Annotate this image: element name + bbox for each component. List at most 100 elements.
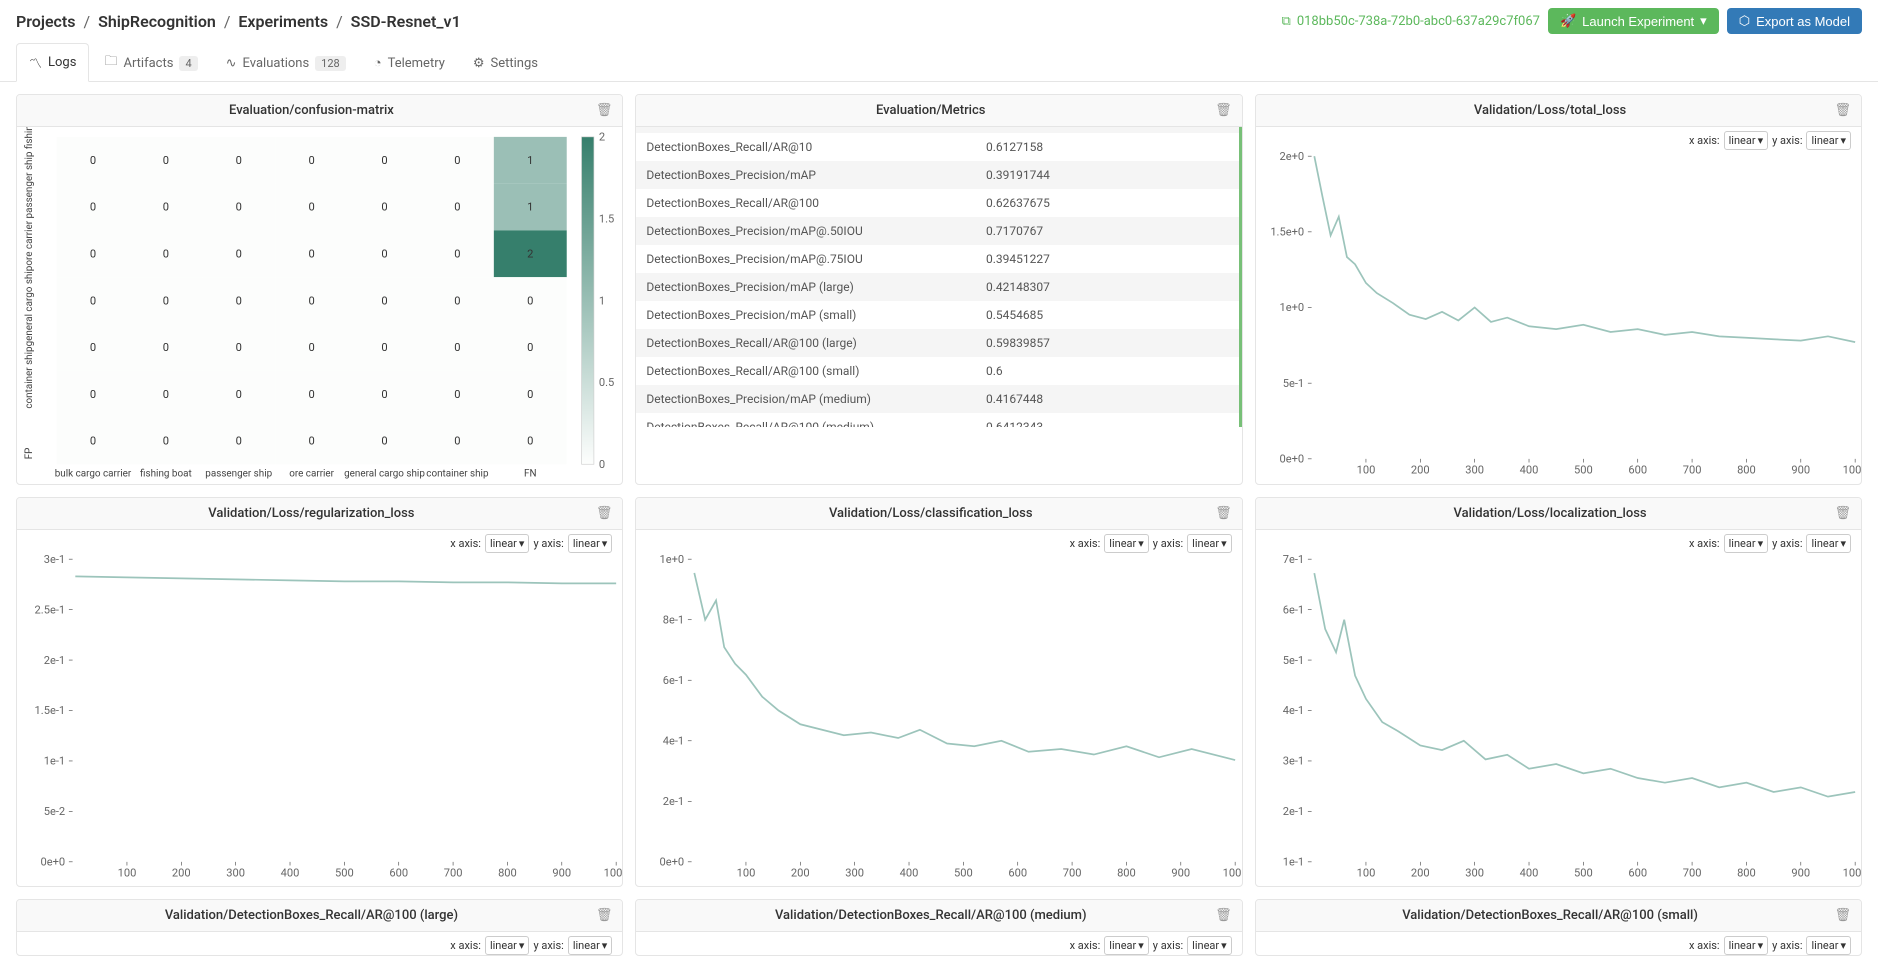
card-title: Validation/Loss/total_loss: [1266, 103, 1835, 118]
svg-text:600: 600: [1628, 866, 1647, 879]
x-axis-select[interactable]: linear ▾: [1104, 936, 1149, 955]
x-axis-select[interactable]: linear ▾: [1724, 534, 1769, 553]
x-axis-label: x axis:: [1689, 939, 1720, 952]
y-axis-label: y axis:: [1772, 939, 1802, 952]
svg-text:0: 0: [309, 154, 315, 167]
export-model-button[interactable]: ⬡ Export as Model: [1727, 8, 1862, 34]
metric-value: 0.59839857: [986, 336, 1229, 350]
delete-card-button[interactable]: 🗑: [596, 506, 613, 521]
delete-card-button[interactable]: 🗑: [1834, 908, 1851, 923]
svg-text:700: 700: [1063, 866, 1082, 879]
metric-row: DetectionBoxes_Recall/AR@100 (medium)0.6…: [636, 413, 1238, 427]
svg-text:700: 700: [1682, 464, 1701, 477]
y-axis-select[interactable]: linear ▾: [1187, 936, 1232, 955]
x-axis-select[interactable]: linear ▾: [1104, 534, 1149, 553]
tab-telemetry-label: Telemetry: [388, 56, 445, 71]
svg-text:0: 0: [381, 294, 387, 307]
svg-text:0: 0: [90, 294, 96, 307]
delete-card-button[interactable]: 🗑: [1834, 506, 1851, 521]
breadcrumb-experiment: SSD-Resnet_v1: [351, 12, 461, 31]
card-loss-reg: Validation/Loss/regularization_loss 🗑 x …: [16, 497, 623, 888]
chevron-down-icon: ▾: [1138, 939, 1144, 952]
svg-text:300: 300: [846, 866, 865, 879]
svg-text:400: 400: [900, 866, 919, 879]
delete-card-button[interactable]: 🗑: [1215, 103, 1232, 118]
metrics-table[interactable]: DetectionBoxes_Recall/AR@10.4620714Detec…: [636, 127, 1238, 427]
tab-evaluations[interactable]: ∿ Evaluations 128: [213, 43, 359, 82]
metric-row: DetectionBoxes_Precision/mAP@.75IOU0.394…: [636, 245, 1238, 273]
svg-text:0: 0: [236, 154, 242, 167]
y-axis-label: y axis:: [1153, 939, 1183, 952]
delete-card-button[interactable]: 🗑: [1834, 103, 1851, 118]
card-recall-large: Validation/DetectionBoxes_Recall/AR@100 …: [16, 899, 623, 956]
metric-value: 0.7170767: [986, 224, 1229, 238]
breadcrumb-project[interactable]: ShipRecognition: [98, 12, 216, 31]
x-axis-select[interactable]: linear ▾: [1724, 131, 1769, 150]
delete-card-button[interactable]: 🗑: [596, 908, 613, 923]
svg-text:0: 0: [381, 154, 387, 167]
svg-text:3e-1: 3e-1: [44, 553, 65, 566]
x-axis-select[interactable]: linear ▾: [485, 936, 530, 955]
svg-text:1e+0: 1e+0: [660, 553, 685, 566]
svg-text:300: 300: [226, 866, 245, 879]
svg-text:800: 800: [1737, 866, 1756, 879]
copy-icon: ⧉: [1282, 14, 1291, 29]
x-axis-select[interactable]: linear ▾: [485, 534, 530, 553]
svg-text:1000: 1000: [1842, 464, 1861, 477]
svg-text:0.5: 0.5: [599, 376, 614, 389]
launch-experiment-button[interactable]: 🚀 Launch Experiment ▾: [1548, 8, 1719, 34]
metric-row: DetectionBoxes_Recall/AR@100.6127158: [636, 133, 1238, 161]
x-axis-select[interactable]: linear ▾: [1724, 936, 1769, 955]
svg-text:1.5: 1.5: [599, 212, 614, 225]
svg-text:100: 100: [1356, 866, 1375, 879]
line-chart: 0e+05e-11e+01.5e+02e+0100200300400500600…: [1256, 150, 1861, 484]
card-title: Validation/DetectionBoxes_Recall/AR@100 …: [27, 908, 596, 923]
svg-text:1000: 1000: [604, 866, 623, 879]
commit-id[interactable]: ⧉ 018bb50c-738a-72b0-abc0-637a29c7f067: [1282, 14, 1540, 29]
x-axis-label: x axis:: [1070, 537, 1101, 550]
svg-text:1.5e+0: 1.5e+0: [1270, 226, 1304, 239]
delete-card-button[interactable]: 🗑: [1215, 908, 1232, 923]
metric-name: DetectionBoxes_Precision/mAP (small): [646, 308, 986, 322]
y-axis-select[interactable]: linear ▾: [1806, 936, 1851, 955]
delete-card-button[interactable]: 🗑: [596, 103, 613, 118]
y-axis-select[interactable]: linear ▾: [1806, 131, 1851, 150]
metric-row: DetectionBoxes_Recall/AR@1000.62637675: [636, 189, 1238, 217]
svg-text:900: 900: [1172, 866, 1191, 879]
svg-text:0: 0: [90, 341, 96, 354]
svg-text:1e-1: 1e-1: [44, 754, 65, 767]
breadcrumb: Projects / ShipRecognition / Experiments…: [16, 12, 461, 31]
svg-text:fishing boat: fishing boat: [140, 469, 192, 480]
chevron-down-icon: ▾: [1840, 537, 1846, 550]
card-recall-medium: Validation/DetectionBoxes_Recall/AR@100 …: [635, 899, 1242, 956]
svg-text:0: 0: [527, 341, 533, 354]
y-axis-label: y axis:: [533, 939, 563, 952]
card-title: Validation/Loss/localization_loss: [1266, 506, 1835, 521]
metric-value: 0.42148307: [986, 280, 1229, 294]
tab-telemetry[interactable]: ◔ Telemetry: [361, 43, 458, 82]
card-recall-small: Validation/DetectionBoxes_Recall/AR@100 …: [1255, 899, 1862, 956]
page-header: Projects / ShipRecognition / Experiments…: [0, 0, 1878, 42]
svg-text:2: 2: [599, 131, 605, 144]
metric-name: DetectionBoxes_Recall/AR@100: [646, 196, 986, 210]
svg-text:200: 200: [172, 866, 191, 879]
svg-text:0: 0: [163, 388, 169, 401]
y-axis-select[interactable]: linear ▾: [568, 534, 613, 553]
breadcrumb-experiments[interactable]: Experiments: [238, 12, 328, 31]
delete-card-button[interactable]: 🗑: [1215, 506, 1232, 521]
y-axis-select[interactable]: linear ▾: [1187, 534, 1232, 553]
y-axis-select[interactable]: linear ▾: [1806, 534, 1851, 553]
tab-settings[interactable]: ⚙ Settings: [460, 43, 551, 82]
svg-text:0: 0: [309, 435, 315, 448]
svg-text:0: 0: [599, 458, 605, 471]
svg-text:0: 0: [236, 341, 242, 354]
svg-text:0: 0: [236, 248, 242, 261]
svg-text:container ship: container ship: [426, 469, 489, 480]
line-chart: 0e+02e-14e-16e-18e-11e+01002003004005006…: [636, 553, 1241, 887]
y-axis-select[interactable]: linear ▾: [568, 936, 613, 955]
tab-logs[interactable]: 〽 Logs: [16, 43, 89, 82]
metric-name: DetectionBoxes_Recall/AR@10: [646, 140, 986, 154]
tab-artifacts[interactable]: 🗀 Artifacts 4: [91, 43, 210, 82]
svg-text:1: 1: [527, 154, 533, 167]
breadcrumb-projects[interactable]: Projects: [16, 12, 76, 31]
